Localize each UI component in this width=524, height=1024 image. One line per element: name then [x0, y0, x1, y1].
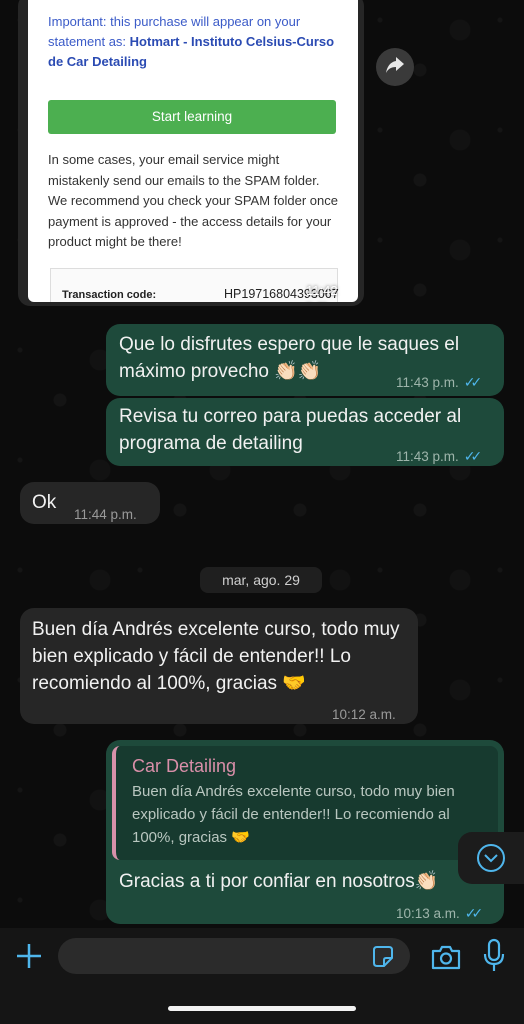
important-note: Important: this purchase will appear on …	[48, 12, 348, 72]
plus-icon	[17, 944, 41, 968]
double-check-icon: ✓✓	[463, 448, 483, 464]
message-text: Buen día Andrés excelente curso, todo mu…	[32, 619, 400, 694]
message-text: Gracias a ti por confiar en nosotros👏🏻	[119, 871, 439, 892]
sticker-icon	[373, 946, 393, 967]
message-time: 11:44 p.m.	[74, 507, 137, 522]
incoming-message[interactable]: Buen día Andrés excelente curso, todo mu…	[20, 608, 418, 724]
chevron-down-icon	[477, 844, 505, 872]
message-meta: 11:43 p.m. ✓✓	[396, 369, 483, 396]
image-message-content[interactable]: Important: this purchase will appear on …	[28, 0, 358, 302]
outgoing-message[interactable]: Que lo disfrutes espero que le saques el…	[106, 324, 504, 396]
message-meta: 10:12 a.m.	[332, 701, 396, 728]
double-check-icon: ✓✓	[463, 374, 483, 390]
home-indicator	[168, 1006, 356, 1011]
spam-notice: In some cases, your email service might …	[48, 152, 338, 249]
double-check-icon: ✓✓	[464, 905, 484, 921]
voice-message-button[interactable]	[482, 938, 506, 974]
incoming-message[interactable]: Ok 11:44 p.m.	[20, 482, 160, 524]
reply-quote[interactable]: Car Detailing Buen día Andrés excelente …	[112, 746, 498, 860]
message-time: 10:12 a.m.	[332, 707, 396, 722]
attach-button[interactable]	[14, 940, 44, 972]
message-time: 11:43 p.m.	[396, 375, 459, 390]
share-icon	[385, 56, 405, 79]
message-text: Ok	[32, 492, 57, 513]
message-time: 11:43 p.m.	[396, 449, 459, 464]
scroll-to-bottom-button[interactable]	[458, 832, 524, 884]
camera-icon	[431, 945, 461, 970]
message-meta: 11:44 p.m.	[74, 501, 137, 528]
date-divider: mar, ago. 29	[200, 567, 322, 593]
message-time: 11:42 p.m.	[306, 283, 338, 302]
message-input[interactable]	[58, 938, 410, 974]
transaction-label: Transaction code:	[62, 289, 157, 301]
outgoing-reply-message[interactable]: Car Detailing Buen día Andrés excelente …	[106, 740, 504, 924]
forward-button[interactable]	[376, 48, 414, 86]
message-meta: 10:13 a.m. ✓✓	[396, 900, 484, 927]
outgoing-message[interactable]: Revisa tu correo para puedas acceder al …	[106, 398, 504, 466]
quote-text: Buen día Andrés excelente curso, todo mu…	[132, 783, 455, 846]
sticker-button[interactable]	[370, 944, 396, 970]
start-learning-button: Start learning	[48, 100, 336, 134]
quote-author: Car Detailing	[132, 756, 237, 776]
camera-button[interactable]	[430, 942, 462, 972]
mic-icon	[483, 938, 505, 971]
message-meta: 11:43 p.m. ✓✓	[396, 443, 483, 470]
message-time: 10:13 a.m.	[396, 906, 460, 921]
